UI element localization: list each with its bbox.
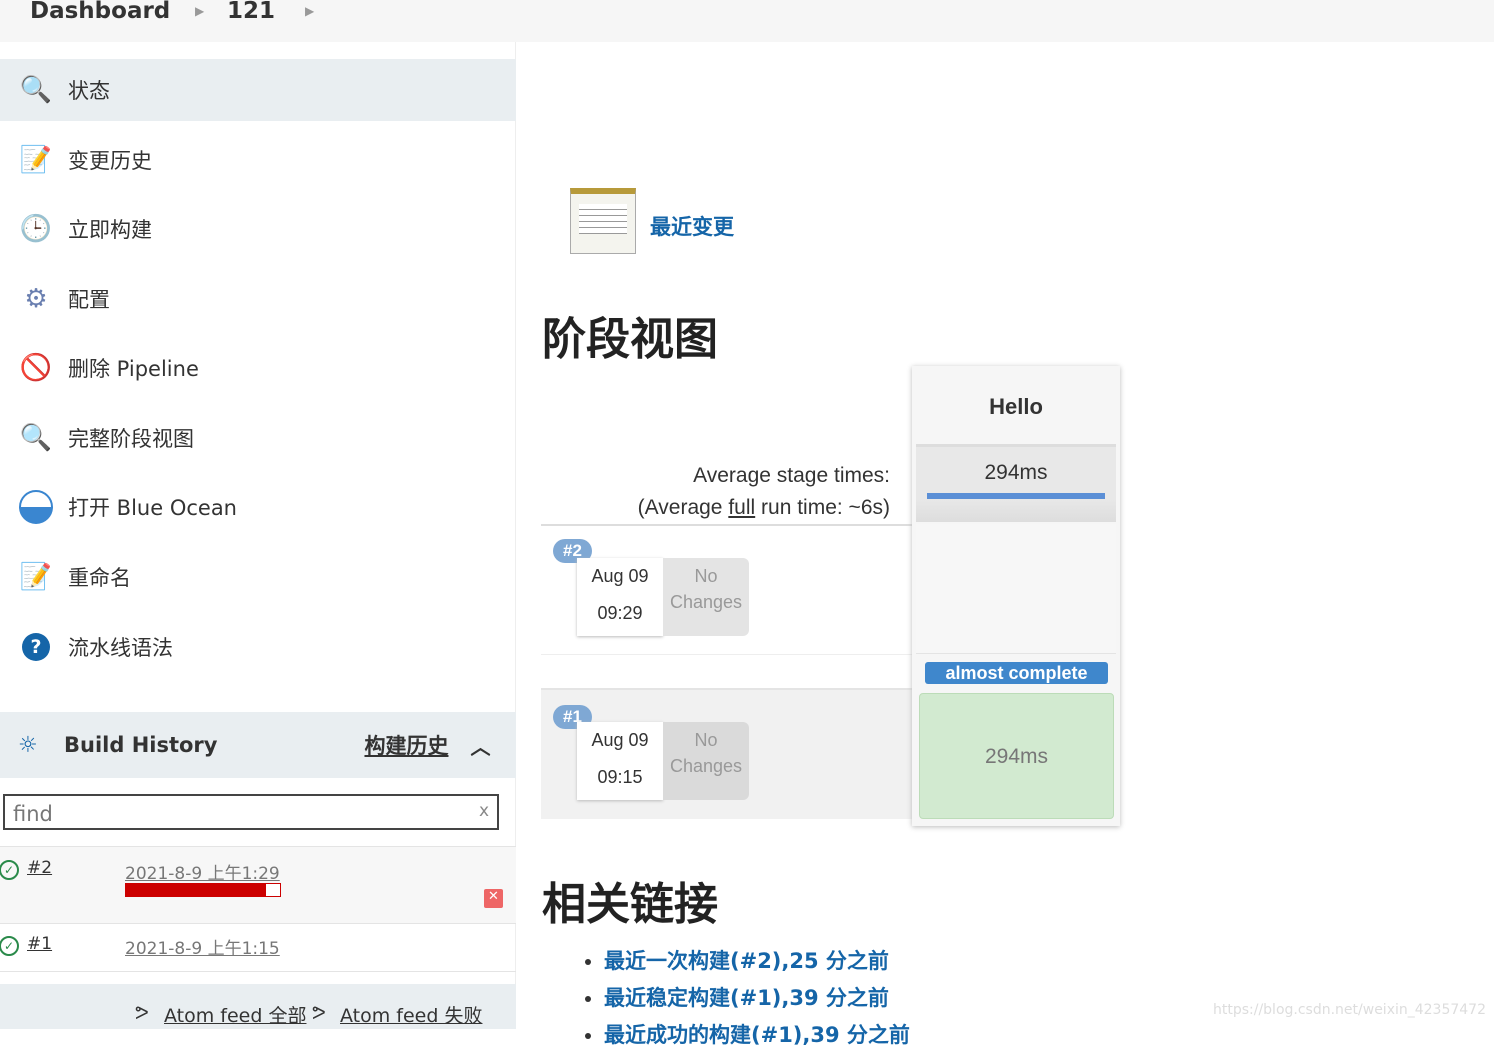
sidebar-item-label: 变更历史 — [68, 149, 152, 173]
full-run-link[interactable]: full — [728, 496, 755, 519]
stage-header: Hello — [989, 394, 1043, 419]
rss-icon: ᕗ — [135, 1002, 149, 1024]
sidebar-item-rename[interactable]: 📝 重命名 — [0, 546, 516, 608]
abort-build-icon[interactable]: ✕ — [484, 889, 503, 908]
run-date: Aug 09 09:29 — [577, 558, 663, 636]
sidebar-item-label: 重命名 — [68, 566, 131, 590]
clear-search-button[interactable]: x — [479, 801, 489, 821]
stage-view-heading: 阶段视图 — [542, 314, 718, 365]
notepad-icon: 📝 — [19, 562, 53, 592]
avg-run-suffix: run time: ~6s) — [755, 496, 890, 519]
run-changes[interactable]: No Changes — [663, 558, 749, 636]
breadcrumb-separator[interactable]: ▶ — [195, 4, 204, 18]
sidebar-item-status[interactable]: 🔍 状态 — [0, 59, 516, 121]
sidebar-item-blue-ocean[interactable]: 打开 Blue Ocean — [0, 476, 516, 538]
avg-stage-times: Average stage times: — [693, 464, 890, 487]
breadcrumb-dashboard[interactable]: Dashboard — [30, 0, 170, 24]
run-date: Aug 09 09:15 — [577, 722, 663, 800]
success-icon: ✓ — [0, 936, 19, 956]
last-build-link[interactable]: 最近一次构建(#2),25 分之前 — [604, 949, 889, 973]
run-row-1: #1 Aug 09 09:15 No Changes — [541, 688, 913, 819]
build-history-title: Build History — [64, 733, 218, 757]
build-history-header: ☼ Build History 构建历史 ︿ — [0, 712, 516, 778]
sidebar-item-full-stage-view[interactable]: 🔍 完整阶段视图 — [0, 407, 516, 469]
help-icon: ? — [18, 629, 54, 665]
sidebar-item-build-now[interactable]: 🕒 立即构建 — [0, 198, 516, 260]
sidebar-item-configure[interactable]: ⚙ 配置 — [0, 268, 516, 330]
stage-column-hello: Hello 294ms almost complete 294ms — [912, 366, 1120, 826]
stage-average-bar — [927, 493, 1105, 499]
notepad-icon — [570, 188, 636, 254]
build-search-input[interactable]: find x — [3, 794, 499, 830]
clock-play-icon: 🕒 — [19, 214, 53, 244]
blue-ocean-icon — [18, 489, 54, 525]
sidebar-item-label: 删除 Pipeline — [68, 357, 199, 381]
build-progress-bar — [125, 883, 281, 897]
no-entry-icon: 🚫 — [19, 353, 53, 383]
trend-link[interactable]: 构建历史 — [364, 730, 448, 760]
sidebar-item-label: 打开 Blue Ocean — [68, 496, 237, 520]
build-history-icon: ☼ — [18, 732, 38, 758]
sidebar-item-label: 状态 — [68, 79, 110, 103]
build-row: ✓ #1 2021-8-9 上午1:15 — [0, 924, 516, 972]
watermark: https://blog.csdn.net/weixin_42357472 — [1212, 1002, 1486, 1018]
related-links-heading: 相关链接 — [542, 879, 718, 930]
build-number-link[interactable]: #2 — [27, 858, 52, 878]
atom-feed-failed-link[interactable]: Atom feed 失败 — [340, 1001, 482, 1028]
magnifier-icon: 🔍 — [19, 75, 53, 105]
build-number-link[interactable]: #1 — [27, 934, 52, 954]
average-times-label: Average stage times: (Average full run t… — [638, 460, 890, 524]
magnifier-icon: 🔍 — [19, 423, 53, 453]
last-successful-build-link[interactable]: 最近成功的构建(#1),39 分之前 — [604, 1023, 910, 1047]
breadcrumb-job[interactable]: 121 — [227, 0, 275, 24]
sidebar-item-changes[interactable]: 📝 变更历史 — [0, 129, 516, 191]
sidebar-item-pipeline-syntax[interactable]: ? 流水线语法 — [0, 616, 516, 678]
build-date-link[interactable]: 2021-8-9 上午1:15 — [125, 934, 280, 959]
avg-run-prefix: (Average — [637, 496, 729, 519]
sidebar-item-label: 配置 — [68, 288, 110, 312]
build-row: ✓ #2 2021-8-9 上午1:29 ✕ — [0, 846, 516, 924]
breadcrumb-separator[interactable]: ▶ — [305, 4, 314, 18]
rss-icon: ᕗ — [312, 1002, 326, 1024]
success-icon: ✓ — [0, 860, 19, 880]
gear-icon: ⚙ — [24, 284, 48, 314]
stage-average-time: 294ms — [984, 461, 1048, 484]
stage-cell-run-1[interactable]: 294ms — [919, 693, 1114, 819]
stage-average-cell: 294ms — [916, 444, 1116, 522]
stage-progress-label: almost complete — [925, 662, 1108, 684]
last-stable-build-link[interactable]: 最近稳定构建(#1),39 分之前 — [604, 986, 889, 1010]
run-date-text: Aug 09 — [591, 730, 649, 750]
notepad-icon: 📝 — [19, 145, 53, 175]
recent-changes-link[interactable]: 最近变更 — [650, 211, 734, 241]
run-time-text: 09:15 — [597, 767, 643, 787]
search-placeholder: find — [13, 802, 53, 826]
run-row-2: #2 Aug 09 09:29 No Changes — [541, 524, 913, 655]
collapse-icon[interactable]: ︿ — [470, 731, 490, 760]
atom-feed-all-link[interactable]: Atom feed 全部 — [164, 1001, 306, 1028]
sidebar-item-label: 完整阶段视图 — [68, 427, 194, 451]
run-time-text: 09:29 — [597, 603, 643, 623]
sidebar-item-delete[interactable]: 🚫 删除 Pipeline — [0, 337, 516, 399]
feed-bar: ᕗ Atom feed 全部 ᕗ Atom feed 失败 — [0, 984, 516, 1029]
sidebar-item-label: 流水线语法 — [68, 636, 173, 660]
sidebar-item-label: 立即构建 — [68, 218, 152, 242]
breadcrumb-bar: Dashboard ▶ 121 ▶ — [0, 0, 1494, 42]
run-changes[interactable]: No Changes — [663, 722, 749, 800]
build-date-link[interactable]: 2021-8-9 上午1:29 — [125, 859, 280, 884]
related-links-list: 最近一次构建(#2),25 分之前 最近稳定构建(#1),39 分之前 最近成功… — [604, 945, 910, 1056]
stage-cell-run-2[interactable] — [916, 524, 1116, 654]
run-date-text: Aug 09 — [591, 566, 649, 586]
